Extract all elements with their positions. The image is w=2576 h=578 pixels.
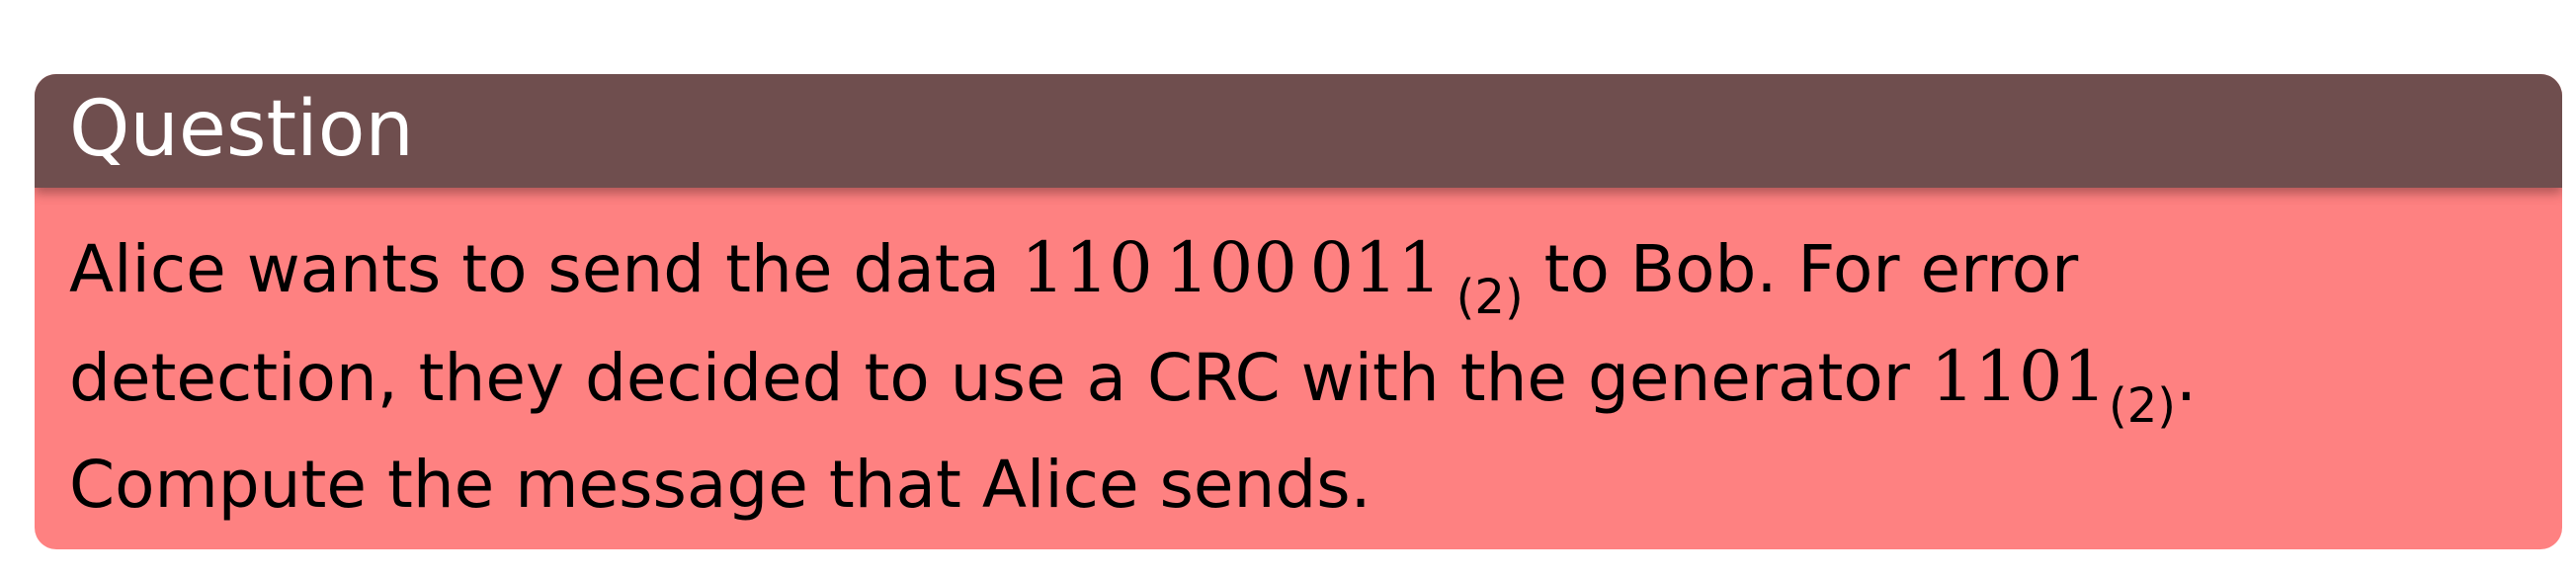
question-line-3: Compute the message that Alice sends. xyxy=(69,447,1371,523)
question-body: Alice wants to send the data 110 100 011 (2… xyxy=(69,213,2544,539)
generator-value: 1101 xyxy=(1930,336,2108,417)
data-binary-number: 110 100 011 (2) xyxy=(1021,227,1524,325)
line1-prefix: Alice wants to send the data xyxy=(69,231,1022,307)
line2-prefix: detection, they decided to use a CRC wit… xyxy=(69,340,1931,416)
line2-suffix: . xyxy=(2176,340,2198,416)
question-header: Question xyxy=(35,74,2562,188)
question-line-2: detection, they decided to use a CRC wit… xyxy=(69,322,2544,434)
generator-binary-number: 1101(2) xyxy=(1930,336,2176,434)
line1-suffix: to Bob. For error xyxy=(1523,231,2079,307)
data-group-3: 011 xyxy=(1309,227,1443,308)
question-title: Question xyxy=(69,85,414,174)
data-group-1: 110 xyxy=(1021,227,1153,308)
data-base-subscript: (2) xyxy=(1455,270,1524,325)
data-group-2: 100 xyxy=(1165,227,1297,308)
question-line-1: Alice wants to send the data 110 100 011 (2… xyxy=(69,213,2544,325)
question-block: Question Alice wants to send the data 11… xyxy=(35,74,2562,549)
generator-base-subscript: (2) xyxy=(2109,378,2177,434)
